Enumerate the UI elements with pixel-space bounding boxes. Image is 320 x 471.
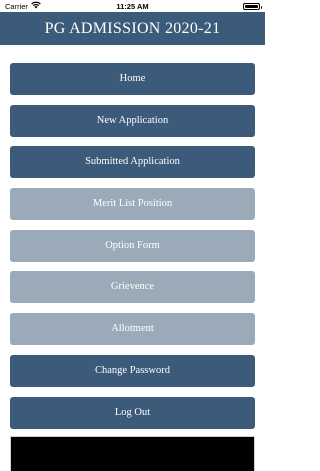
menu-item-label: Allotment bbox=[111, 323, 154, 335]
new-application-button[interactable]: New Application bbox=[10, 104, 255, 137]
merit-list-position-button[interactable]: Merit List Position bbox=[10, 188, 255, 221]
menu-item-label: Merit List Position bbox=[92, 198, 173, 210]
battery-fill bbox=[245, 5, 258, 8]
home-button[interactable]: Home bbox=[10, 63, 255, 95]
battery-icon bbox=[243, 3, 262, 10]
change-password-button[interactable]: Change Password bbox=[10, 354, 255, 387]
allotment-button[interactable]: Allotment bbox=[10, 313, 255, 346]
menu-item-label: Change Password bbox=[95, 364, 170, 376]
submitted-application-button[interactable]: Submitted Application bbox=[10, 146, 255, 179]
app-header: PG ADMISSION 2020-21 bbox=[0, 12, 265, 45]
status-time: 11:25 AM bbox=[116, 2, 149, 11]
menu-item-label: Grievence bbox=[110, 281, 155, 293]
grievence-button[interactable]: Grievence bbox=[10, 271, 255, 304]
option-form-button[interactable]: Option Form bbox=[10, 229, 255, 262]
menu-item-label: Submitted Application bbox=[85, 156, 180, 168]
bottom-banner bbox=[10, 436, 255, 471]
page-title: PG ADMISSION 2020-21 bbox=[44, 20, 221, 37]
menu-item-label: Option Form bbox=[105, 239, 160, 251]
menu-item-label: Log Out bbox=[114, 406, 151, 418]
main-menu: Home New Application Submitted Applicati… bbox=[10, 63, 255, 438]
menu-item-label: Home bbox=[119, 73, 146, 84]
menu-item-label: New Application bbox=[96, 114, 169, 126]
log-out-button[interactable]: Log Out bbox=[10, 396, 255, 429]
